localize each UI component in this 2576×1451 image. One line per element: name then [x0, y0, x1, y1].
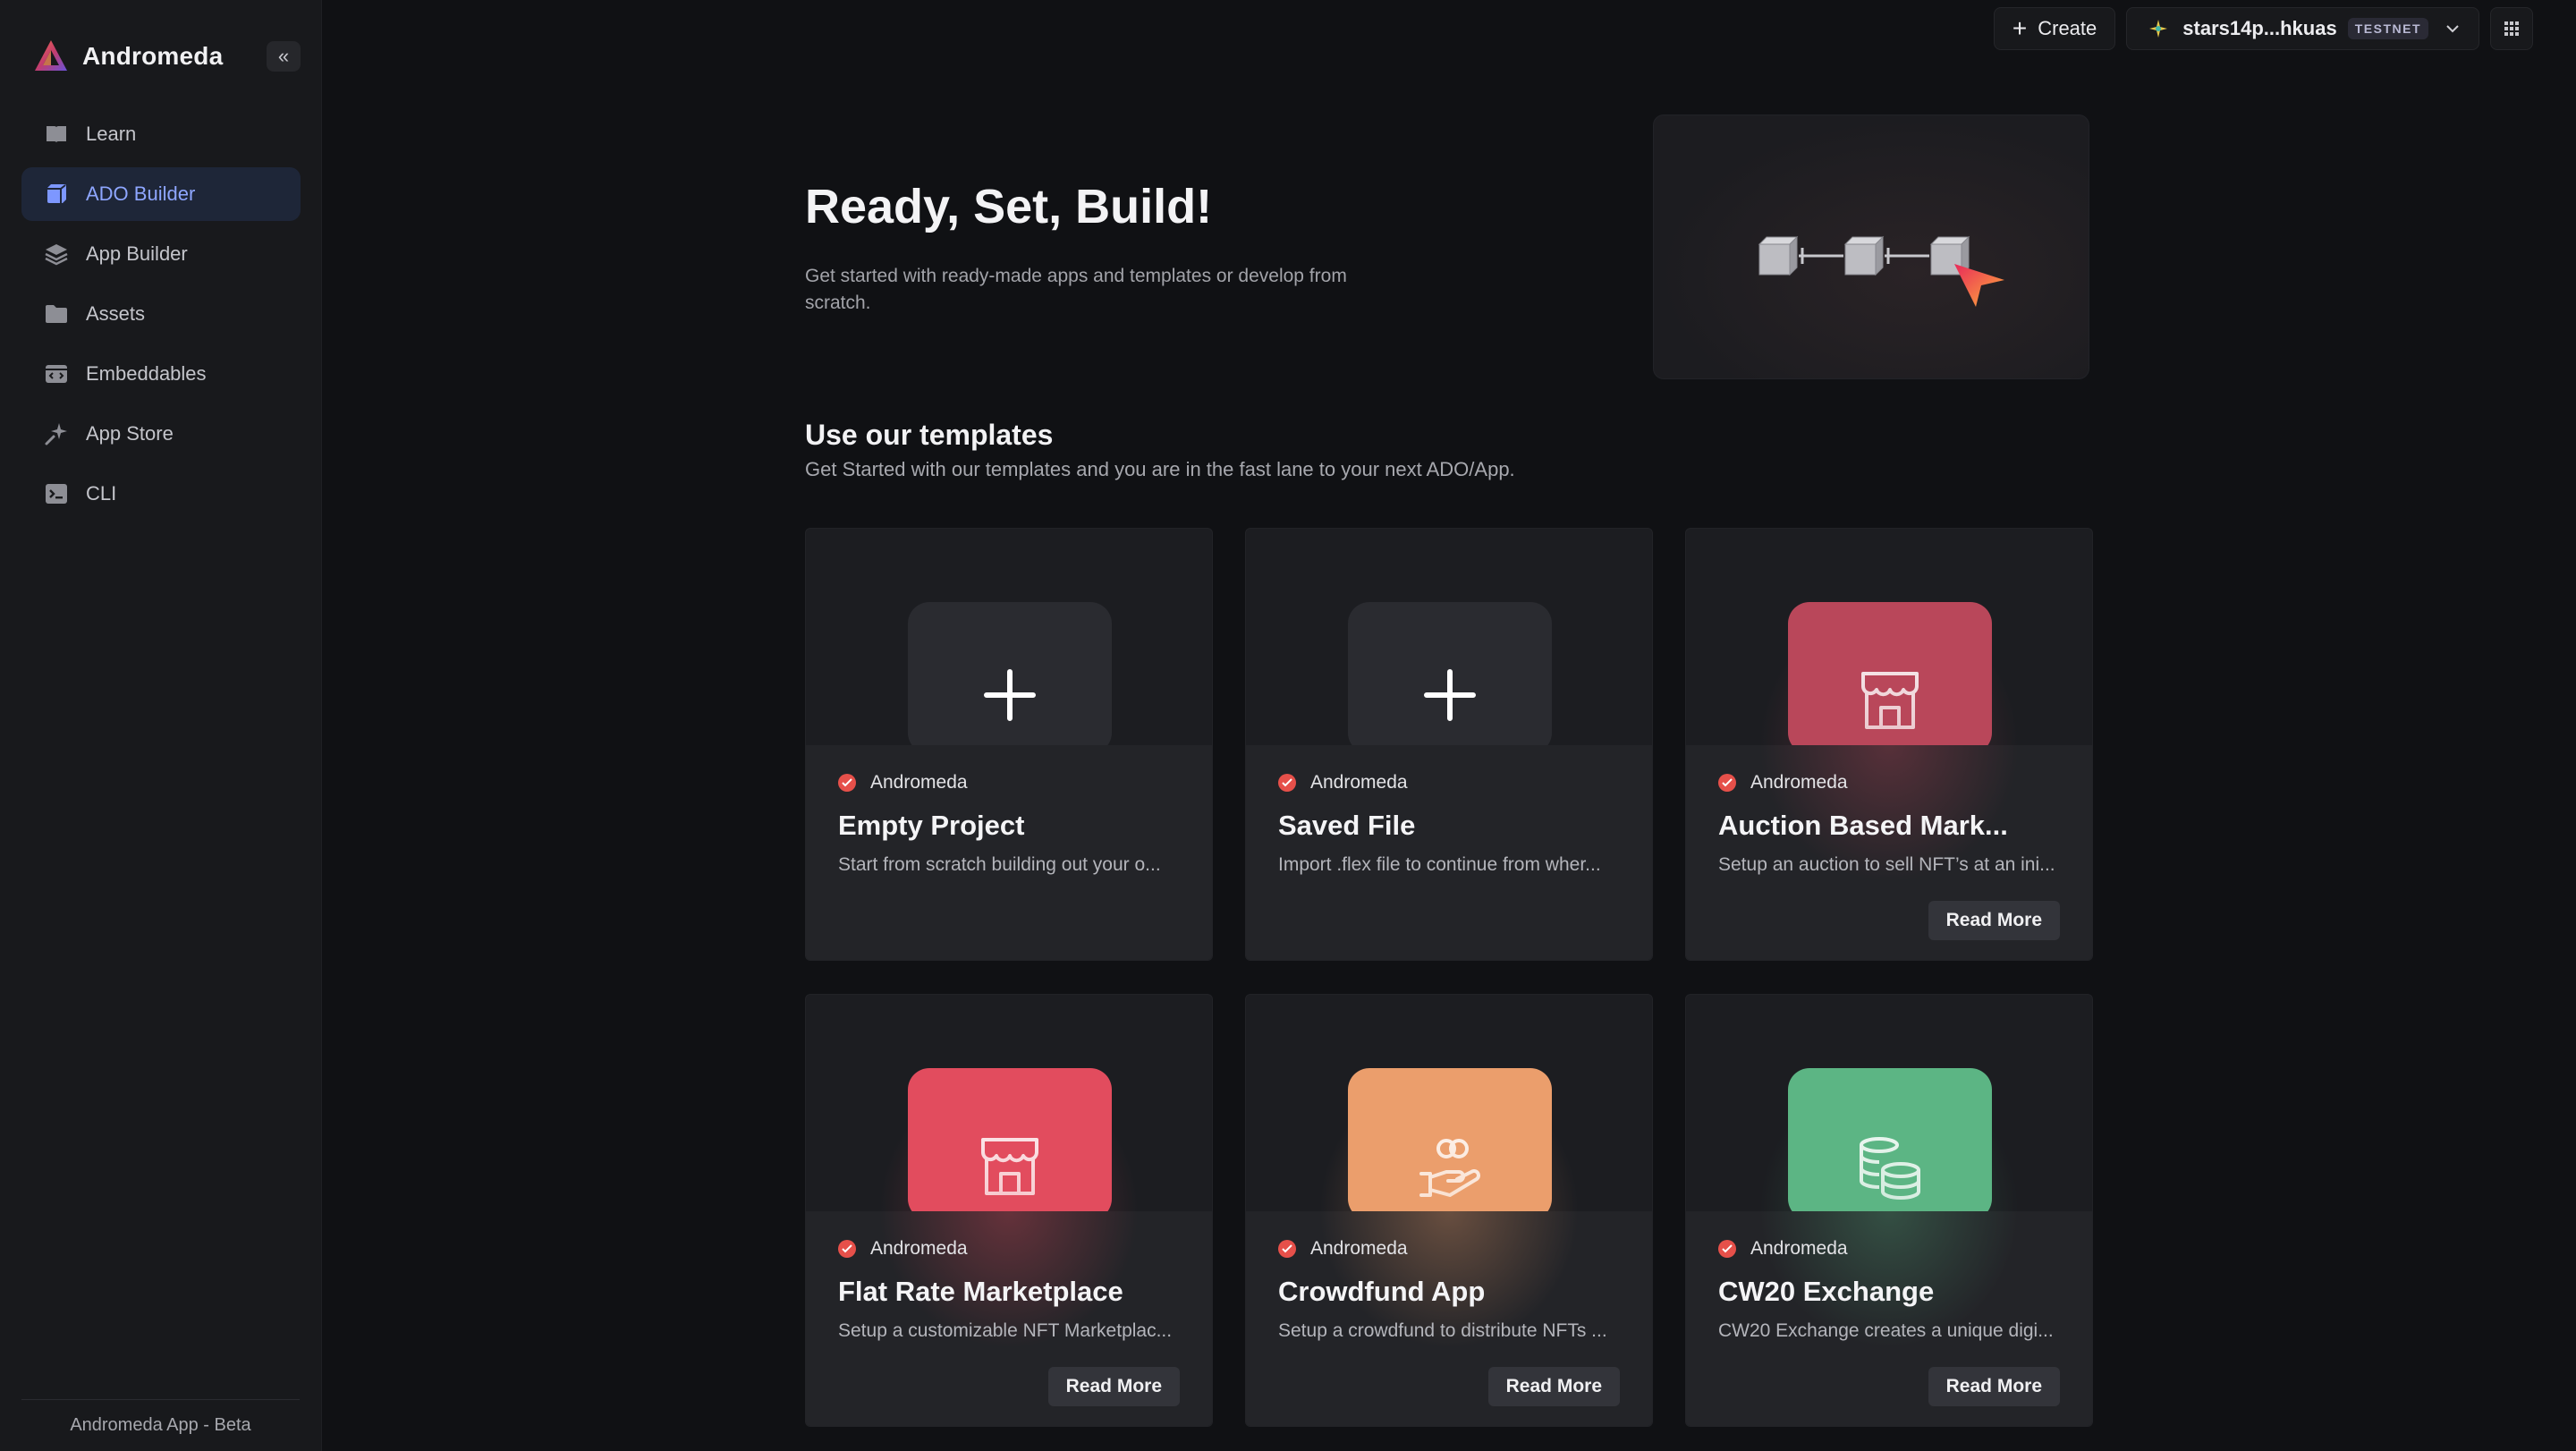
hand-coins-icon: [1419, 1139, 1480, 1197]
verified-badge-icon: [838, 1240, 856, 1258]
sparkle-icon: [43, 420, 70, 447]
verified-badge-icon: [1718, 1240, 1736, 1258]
card-author: Andromeda: [1278, 1238, 1408, 1260]
cube-icon: [43, 181, 70, 208]
terminal-icon: [43, 480, 70, 507]
read-more-button[interactable]: Read More: [1487, 1367, 1620, 1406]
card-author: Andromeda: [838, 772, 968, 793]
sidebar-item-label: Assets: [86, 302, 146, 325]
card-description: Setup a crowdfund to distribute NFTs ...: [1278, 1320, 1607, 1341]
brand[interactable]: Andromeda: [32, 36, 223, 77]
sidebar-item-app-builder[interactable]: App Builder: [21, 227, 301, 281]
template-card-cw20-exchange[interactable]: Andromeda CW20 Exchange CW20 Exchange cr…: [1685, 994, 2093, 1427]
card-description: Start from scratch building out your o..…: [838, 854, 1161, 875]
top-bar: + Create stars14p...hkuas TESTNET: [1993, 7, 2533, 50]
template-card-crowdfund-app[interactable]: Andromeda Crowdfund App Setup a crowdfun…: [1245, 994, 1653, 1427]
network-badge: TESTNET: [2347, 18, 2428, 39]
hero-illustration: [1653, 115, 2089, 379]
sidebar-item-embeddables[interactable]: Embeddables: [21, 347, 301, 401]
plus-icon: +: [2012, 14, 2028, 42]
sidebar: Andromeda « Learn ADO Builder App Builde…: [0, 0, 322, 1451]
connected-blocks-icon: [1758, 235, 2004, 307]
verified-badge-icon: [1278, 1240, 1296, 1258]
grid-icon: [2504, 21, 2519, 36]
read-more-button[interactable]: Read More: [1928, 1367, 2060, 1406]
templates-title: Use our templates: [805, 419, 1054, 451]
create-button[interactable]: + Create: [1993, 7, 2116, 50]
sidebar-item-label: App Builder: [86, 242, 188, 265]
sidebar-item-label: App Store: [86, 422, 174, 445]
chevron-down-icon: [2446, 25, 2459, 33]
storefront-icon: [1860, 672, 1919, 729]
card-author: Andromeda: [1718, 1238, 1848, 1260]
sidebar-item-app-store[interactable]: App Store: [21, 407, 301, 461]
sidebar-item-assets[interactable]: Assets: [21, 287, 301, 341]
sidebar-footer: Andromeda App - Beta: [21, 1399, 300, 1451]
author-name: Andromeda: [1310, 1238, 1408, 1259]
sidebar-item-cli[interactable]: CLI: [21, 467, 301, 521]
template-thumbnail: [1348, 1068, 1552, 1220]
andromeda-logo-icon: [35, 40, 67, 71]
collapse-sidebar-button[interactable]: «: [267, 41, 301, 72]
stargaze-chain-icon: [2149, 20, 2168, 38]
card-title: Flat Rate Marketplace: [838, 1276, 1123, 1307]
template-card-saved-file[interactable]: Andromeda Saved File Import .flex file t…: [1245, 528, 1653, 961]
verified-badge-icon: [1278, 774, 1296, 792]
card-title: CW20 Exchange: [1718, 1276, 1935, 1307]
card-description: Setup a customizable NFT Marketplac...: [838, 1320, 1173, 1341]
template-card-flat-rate-marketplace[interactable]: Andromeda Flat Rate Marketplace Setup a …: [805, 994, 1213, 1427]
card-author: Andromeda: [838, 1238, 968, 1260]
card-description: Setup an auction to sell NFT’s at an ini…: [1718, 854, 2055, 875]
card-title: Auction Based Mark...: [1718, 810, 2008, 841]
coins-stack-icon: [1860, 1137, 1920, 1200]
card-description: CW20 Exchange creates a unique digi...: [1718, 1320, 2054, 1341]
author-name: Andromeda: [870, 1238, 968, 1259]
template-card-auction-marketplace[interactable]: Andromeda Auction Based Mark... Setup an…: [1685, 528, 2093, 961]
sidebar-item-ado-builder[interactable]: ADO Builder: [21, 167, 301, 221]
book-icon: [43, 121, 70, 148]
create-label: Create: [2038, 17, 2097, 39]
page-subtitle: Get started with ready-made apps and tem…: [805, 266, 1347, 313]
chevrons-left-icon: «: [277, 45, 290, 67]
storefront-icon: [980, 1138, 1039, 1195]
wallet-selector[interactable]: stars14p...hkuas TESTNET: [2126, 7, 2479, 50]
author-name: Andromeda: [1750, 1238, 1848, 1259]
template-thumbnail: [908, 602, 1112, 754]
sidebar-item-label: Embeddables: [86, 362, 207, 385]
sidebar-item-learn[interactable]: Learn: [21, 107, 301, 161]
verified-badge-icon: [1718, 774, 1736, 792]
page-title: Ready, Set, Build!: [805, 180, 1213, 233]
apps-menu-button[interactable]: [2490, 7, 2533, 50]
embed-icon: [43, 361, 70, 387]
template-thumbnail: [1788, 1068, 1992, 1220]
plus-icon: [984, 669, 1036, 721]
layers-icon: [43, 241, 70, 267]
template-thumbnail: [1348, 602, 1552, 754]
verified-badge-icon: [838, 774, 856, 792]
card-author: Andromeda: [1718, 772, 1848, 793]
sidebar-nav: Learn ADO Builder App Builder Assets Emb…: [21, 107, 301, 527]
author-name: Andromeda: [1750, 772, 1848, 793]
template-thumbnail: [908, 1068, 1112, 1220]
author-name: Andromeda: [1310, 772, 1408, 793]
card-author: Andromeda: [1278, 772, 1408, 793]
sidebar-item-label: ADO Builder: [86, 182, 196, 205]
brand-name: Andromeda: [82, 42, 224, 70]
sidebar-item-label: Learn: [86, 123, 137, 145]
plus-icon: [1424, 669, 1476, 721]
templates-subtitle: Get Started with our templates and you a…: [805, 458, 1515, 480]
read-more-button[interactable]: Read More: [1928, 901, 2060, 940]
sidebar-item-label: CLI: [86, 482, 117, 505]
card-title: Empty Project: [838, 810, 1025, 841]
template-thumbnail: [1788, 602, 1992, 754]
card-description: Import .flex file to continue from wher.…: [1278, 854, 1601, 875]
wallet-address: stars14p...hkuas: [2182, 17, 2337, 39]
template-card-empty-project[interactable]: Andromeda Empty Project Start from scrat…: [805, 528, 1213, 961]
read-more-button[interactable]: Read More: [1047, 1367, 1180, 1406]
folder-icon: [43, 301, 70, 327]
card-title: Crowdfund App: [1278, 1276, 1486, 1307]
card-title: Saved File: [1278, 810, 1416, 841]
author-name: Andromeda: [870, 772, 968, 793]
